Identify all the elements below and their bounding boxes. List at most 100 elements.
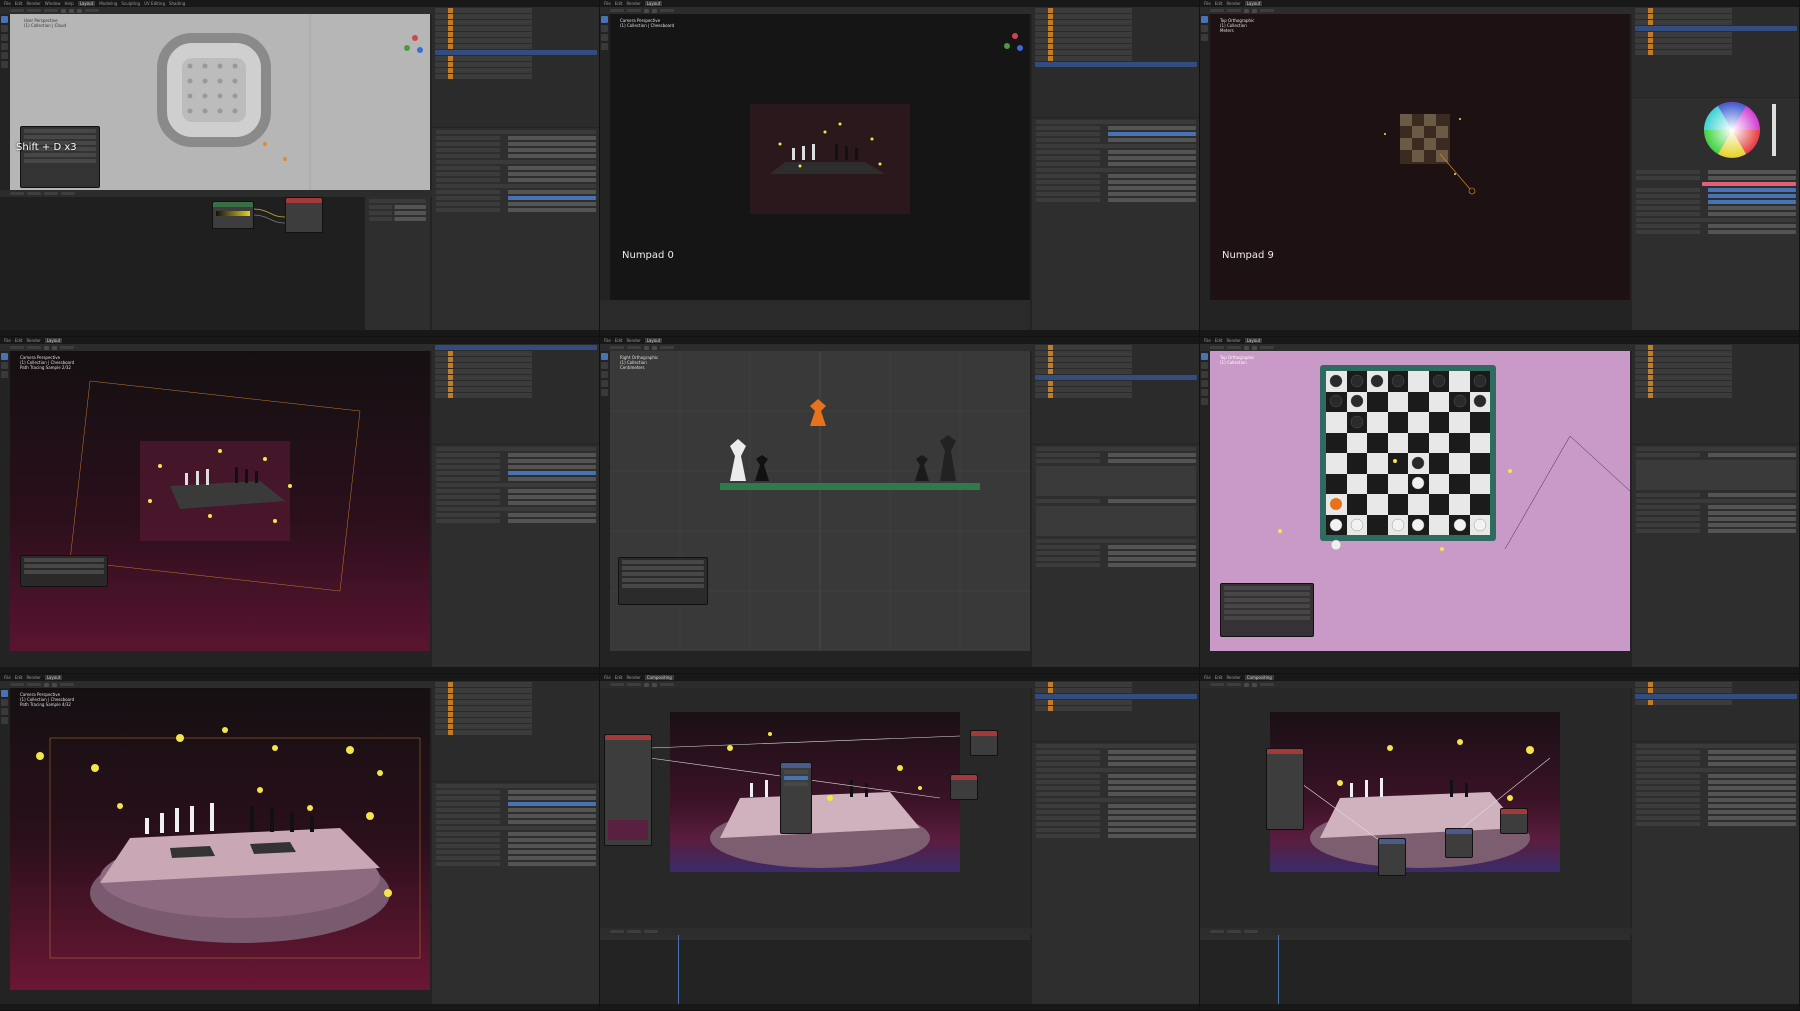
tab-layout[interactable]: Layout [44, 675, 63, 680]
cursor-tool-icon[interactable] [1, 25, 8, 32]
tab-compositing[interactable]: Compositing [1244, 675, 1274, 680]
scale-tool-icon[interactable] [1201, 389, 1208, 396]
menu-file[interactable]: File [4, 1, 11, 6]
menu-edit[interactable]: Edit [1215, 1, 1223, 6]
move-tool-icon[interactable] [1, 708, 8, 715]
cursor-tool-icon[interactable] [1, 699, 8, 706]
cursor-tool-icon[interactable] [1, 362, 8, 369]
menu-render[interactable]: Render [26, 338, 40, 343]
rotate-tool-icon[interactable] [1, 43, 8, 50]
outliner[interactable] [432, 681, 599, 781]
tab-sculpting[interactable]: Sculpting [121, 1, 140, 6]
menu-render[interactable]: Render [626, 675, 640, 680]
outliner[interactable] [1032, 681, 1199, 741]
menu-file[interactable]: File [1204, 1, 1211, 6]
cursor-tool-icon[interactable] [601, 362, 608, 369]
tab-layout[interactable]: Layout [1244, 1, 1263, 6]
render-layers-node[interactable] [1266, 748, 1304, 830]
cursor-tool-icon[interactable] [1201, 25, 1208, 32]
select-tool-icon[interactable] [1, 690, 8, 697]
move-tool-icon[interactable] [1, 34, 8, 41]
viewport-3d[interactable]: Camera Perspective (1) Collection | Ches… [10, 688, 430, 990]
operator-panel[interactable] [618, 557, 708, 605]
tab-layout[interactable]: Layout [1244, 338, 1263, 343]
move-tool-icon[interactable] [1, 371, 8, 378]
menu-render[interactable]: Render [626, 1, 640, 6]
menu-render[interactable]: Render [1226, 1, 1240, 6]
outliner[interactable] [1632, 681, 1799, 741]
menu-render[interactable]: Render [26, 1, 40, 6]
menu-file[interactable]: File [604, 675, 611, 680]
properties-editor[interactable] [1632, 742, 1799, 1010]
properties-editor[interactable] [1032, 118, 1199, 336]
cursor-tool-icon[interactable] [1201, 362, 1208, 369]
rotate-tool-icon[interactable] [601, 43, 608, 50]
properties-editor[interactable] [1032, 742, 1199, 1010]
properties-editor[interactable] [1632, 445, 1799, 673]
properties-editor[interactable] [1632, 98, 1800, 336]
menu-render[interactable]: Render [26, 675, 40, 680]
select-tool-icon[interactable] [1, 16, 8, 23]
menu-edit[interactable]: Edit [15, 675, 23, 680]
rotate-tool-icon[interactable] [601, 380, 608, 387]
select-tool-icon[interactable] [601, 353, 608, 360]
cursor-tool-icon[interactable] [601, 25, 608, 32]
menu-edit[interactable]: Edit [615, 675, 623, 680]
tab-uv-editing[interactable]: UV Editing [144, 1, 165, 6]
properties-editor[interactable] [1032, 445, 1199, 673]
color-ramp-node[interactable] [212, 201, 254, 229]
viewport-3d[interactable]: Camera Perspective (1) Collection | Ches… [10, 351, 430, 651]
outliner[interactable] [432, 7, 599, 127]
properties-editor[interactable] [432, 128, 599, 336]
menu-edit[interactable]: Edit [15, 338, 23, 343]
select-tool-icon[interactable] [1201, 16, 1208, 23]
rotate-tool-icon[interactable] [1201, 380, 1208, 387]
tab-layout[interactable]: Layout [644, 1, 663, 6]
timeline[interactable] [1200, 935, 1630, 1005]
scale-tool-icon[interactable] [601, 389, 608, 396]
menu-render[interactable]: Render [1226, 338, 1240, 343]
timeline[interactable] [600, 300, 1030, 331]
tab-compositing[interactable]: Compositing [644, 675, 674, 680]
select-tool-icon[interactable] [1201, 353, 1208, 360]
select-tool-icon[interactable] [1, 353, 8, 360]
mix-node[interactable] [1445, 828, 1473, 858]
tab-layout[interactable]: Layout [77, 1, 96, 6]
move-tool-icon[interactable] [601, 371, 608, 378]
material-output-node[interactable] [285, 197, 323, 233]
outliner[interactable] [1032, 7, 1199, 117]
tab-layout[interactable]: Layout [644, 338, 663, 343]
menu-edit[interactable]: Edit [1215, 675, 1223, 680]
tab-modeling[interactable]: Modeling [99, 1, 117, 6]
tab-shading[interactable]: Shading [169, 1, 185, 6]
glare-node[interactable] [1378, 838, 1406, 876]
menu-render[interactable]: Render [1226, 675, 1240, 680]
outliner[interactable] [1632, 7, 1799, 97]
outliner[interactable] [432, 344, 599, 444]
playhead[interactable] [1278, 935, 1279, 1005]
composite-node[interactable] [1500, 808, 1528, 834]
render-layers-node[interactable] [604, 734, 652, 846]
menu-file[interactable]: File [1204, 675, 1211, 680]
menu-file[interactable]: File [4, 675, 11, 680]
viewport-3d[interactable]: Right Orthographic (1) Collection Centim… [610, 351, 1030, 651]
composite-node[interactable] [970, 730, 998, 756]
select-tool-icon[interactable] [601, 16, 608, 23]
properties-editor[interactable] [432, 782, 599, 1010]
annotate-tool-icon[interactable] [1201, 398, 1208, 405]
menu-edit[interactable]: Edit [615, 1, 623, 6]
playhead[interactable] [678, 935, 679, 1005]
properties-editor[interactable] [432, 445, 599, 673]
operator-panel[interactable] [1220, 583, 1314, 637]
viewport-3d[interactable]: Top Orthographic (1) Collection [1210, 351, 1630, 651]
menu-window[interactable]: Window [45, 1, 61, 6]
glare-node[interactable] [780, 762, 812, 834]
viewport-3d[interactable]: Camera Perspective (1) Collection | Ches… [610, 14, 1030, 300]
move-tool-icon[interactable] [1201, 34, 1208, 41]
move-tool-icon[interactable] [601, 34, 608, 41]
viewport-3d[interactable]: User Perspective (1) Collection | Cloud … [10, 14, 430, 190]
tab-layout[interactable]: Layout [44, 338, 63, 343]
color-wheel-icon[interactable] [1632, 98, 1800, 168]
rotate-tool-icon[interactable] [1, 717, 8, 724]
menu-file[interactable]: File [1204, 338, 1211, 343]
